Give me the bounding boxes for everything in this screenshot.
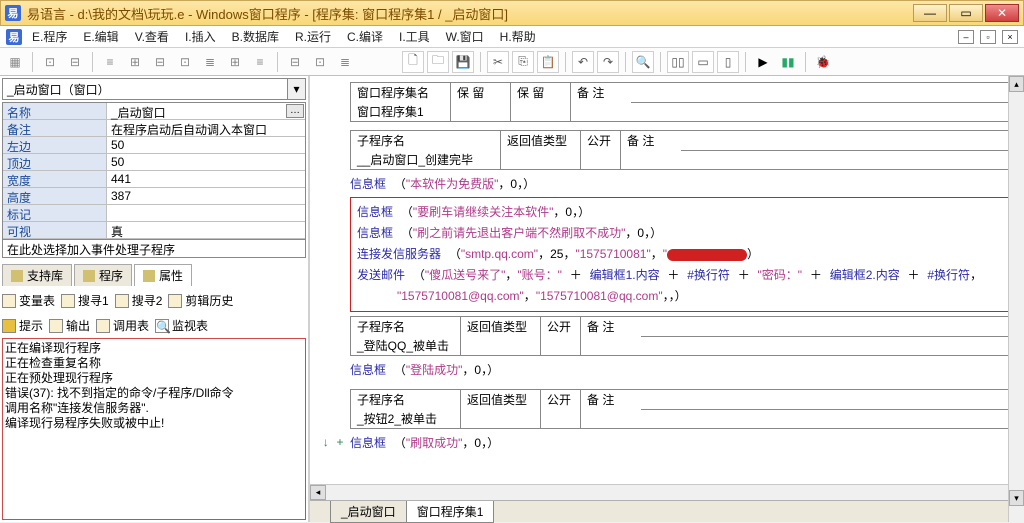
tb-win2[interactable]: ▭ [692, 51, 714, 73]
menu-database[interactable]: B.数据库 [226, 26, 285, 47]
left-panel: _启动窗口（窗口） ▾ 名称_启动窗口… 备注在程序启动后自动调入本窗口 左边5… [0, 76, 310, 522]
tb-6[interactable]: ⊟ [149, 51, 171, 73]
menu-run[interactable]: R.运行 [289, 26, 337, 47]
tb-8[interactable]: ≣ [199, 51, 221, 73]
close-button[interactable]: ✕ [985, 4, 1019, 22]
minimize-button[interactable]: — [913, 4, 947, 22]
btab-module[interactable]: 窗口程序集1 [406, 501, 495, 523]
app-icon: 易 [5, 5, 21, 21]
tb-redo[interactable]: ↷ [597, 51, 619, 73]
tb-save[interactable]: 💾 [452, 51, 474, 73]
btn-hint[interactable]: 提示 [2, 317, 43, 334]
btn-clip-history[interactable]: 剪辑历史 [168, 292, 233, 309]
tb-find[interactable]: 🔍 [632, 51, 654, 73]
menu-icon: 易 [6, 29, 22, 45]
menu-help[interactable]: H.帮助 [494, 26, 542, 47]
menu-window[interactable]: W.窗口 [440, 26, 490, 47]
property-grid: 名称_启动窗口… 备注在程序启动后自动调入本窗口 左边50 顶边50 宽度441… [2, 102, 306, 240]
menu-tools[interactable]: I.工具 [393, 26, 436, 47]
book-icon [11, 270, 23, 282]
code-panel: 窗口程序集名保 留保 留备 注 窗口程序集1 子程序名返回值类型公开备 注 __… [310, 76, 1024, 522]
vertical-scrollbar[interactable]: ▴▾ [1008, 76, 1024, 522]
tb-10[interactable]: ≡ [249, 51, 271, 73]
prop-icon [143, 270, 155, 282]
page-icon [115, 294, 129, 308]
tb-paste[interactable]: 📋 [537, 51, 559, 73]
mdi-restore[interactable]: ▫ [980, 30, 996, 44]
tb-13[interactable]: ≣ [334, 51, 356, 73]
prop-v[interactable]: _启动窗口… [107, 103, 305, 119]
tb-4[interactable]: ≡ [99, 51, 121, 73]
code-editor[interactable]: 窗口程序集名保 留保 留备 注 窗口程序集1 子程序名返回值类型公开备 注 __… [310, 76, 1024, 484]
tb-11[interactable]: ⊟ [284, 51, 306, 73]
tb-new[interactable]: 🗋 [402, 51, 424, 73]
tb-bug[interactable]: 🐞 [812, 51, 834, 73]
tb-3[interactable]: ⊟ [64, 51, 86, 73]
prop-ellipsis[interactable]: … [286, 104, 304, 118]
btn-call-table[interactable]: 调用表 [96, 317, 149, 334]
tb-9[interactable]: ⊞ [224, 51, 246, 73]
tb-open[interactable]: 🗀 [427, 51, 449, 73]
tb-undo[interactable]: ↶ [572, 51, 594, 73]
horizontal-scrollbar[interactable]: ◂▸ [310, 484, 1024, 500]
tab-support-lib[interactable]: 支持库 [2, 264, 72, 286]
tb-win1[interactable]: ▯▯ [667, 51, 689, 73]
tb-5[interactable]: ⊞ [124, 51, 146, 73]
menu-view[interactable]: V.查看 [129, 26, 175, 47]
btn-search1[interactable]: 搜寻1 [61, 292, 109, 309]
tb-win3[interactable]: ▯ [717, 51, 739, 73]
btn-watch[interactable]: 🔍监视表 [155, 317, 208, 334]
page-icon [61, 294, 75, 308]
mdi-close[interactable]: × [1002, 30, 1018, 44]
grid-icon [96, 319, 110, 333]
menu-insert[interactable]: I.插入 [179, 26, 222, 47]
menu-program[interactable]: E.程序 [26, 26, 73, 47]
btn-search2[interactable]: 搜寻2 [115, 292, 163, 309]
clip-icon [168, 294, 182, 308]
tb-copy[interactable]: ⎘ [512, 51, 534, 73]
redacted-password [667, 249, 747, 261]
tab-program[interactable]: 程序 [74, 264, 132, 286]
btn-output[interactable]: 输出 [49, 317, 90, 334]
error-highlight: 信息框 （"要刷车请继续关注本软件"，0，） 信息框 （"刷之前请先退出客户端不… [350, 197, 1016, 312]
btab-window[interactable]: _启动窗口 [330, 501, 407, 523]
object-selector-drop[interactable]: ▾ [288, 78, 306, 100]
menu-bar: 易 E.程序 E.编辑 V.查看 I.插入 B.数据库 R.运行 C.编译 I.… [0, 26, 1024, 48]
tb-12[interactable]: ⊡ [309, 51, 331, 73]
toolbar: ▦ ⊡ ⊟ ≡ ⊞ ⊟ ⊡ ≣ ⊞ ≡ ⊟ ⊡ ≣ 🗋 🗀 💾 ✂ ⎘ 📋 ↶ … [0, 48, 1024, 76]
gutter-marker[interactable]: ↓ + [322, 434, 344, 452]
mdi-minimize[interactable]: – [958, 30, 974, 44]
tb-pause[interactable]: ▮▮ [777, 51, 799, 73]
tb-cut[interactable]: ✂ [487, 51, 509, 73]
out-icon [49, 319, 63, 333]
doc-icon [83, 270, 95, 282]
menu-compile[interactable]: C.编译 [341, 26, 389, 47]
title-bar: 易 易语言 - d:\我的文档\玩玩.e - Windows窗口程序 - [程序… [0, 0, 1024, 26]
btn-var-table[interactable]: 变量表 [2, 292, 55, 309]
wand-icon [2, 294, 16, 308]
tb-2[interactable]: ⊡ [39, 51, 61, 73]
tb-1[interactable]: ▦ [4, 51, 26, 73]
prop-k: 名称 [3, 103, 107, 119]
tb-run[interactable]: ▶ [752, 51, 774, 73]
maximize-button[interactable]: ▭ [949, 4, 983, 22]
output-panel[interactable]: 正在编译现行程序 正在检查重复名称 正在预处理现行程序 错误(37): 找不到指… [2, 338, 306, 520]
bulb-icon [2, 319, 16, 333]
window-title: 易语言 - d:\我的文档\玩玩.e - Windows窗口程序 - [程序集:… [27, 4, 913, 23]
object-selector[interactable]: _启动窗口（窗口） [2, 78, 288, 100]
event-selector[interactable]: 在此处选择加入事件处理子程序 [2, 240, 306, 258]
tb-7[interactable]: ⊡ [174, 51, 196, 73]
menu-edit[interactable]: E.编辑 [77, 26, 124, 47]
tab-properties[interactable]: 属性 [134, 264, 192, 286]
editor-tabs: _启动窗口 窗口程序集1 [310, 500, 1024, 522]
